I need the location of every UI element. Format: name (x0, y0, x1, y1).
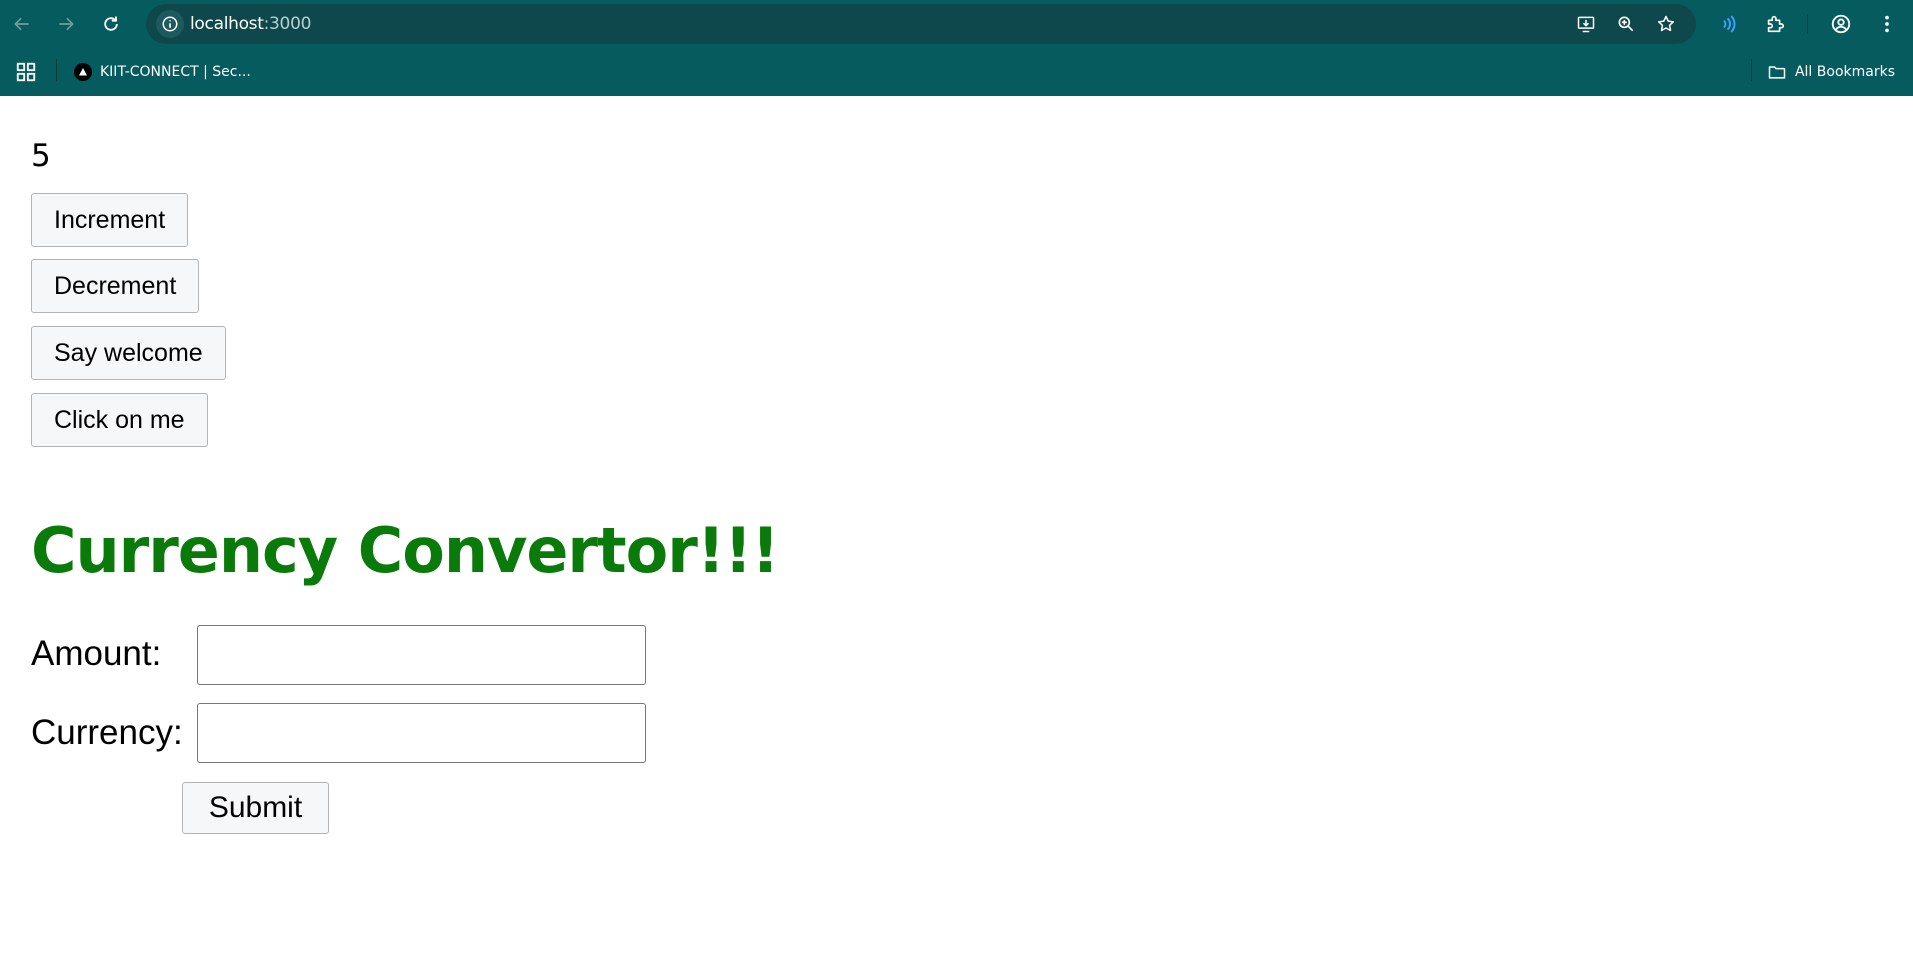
counter-value: 5 (31, 138, 51, 174)
click-on-me-button[interactable]: Click on me (31, 393, 208, 447)
decrement-button[interactable]: Decrement (31, 259, 200, 313)
bookmarks-divider (1751, 59, 1752, 81)
say-welcome-button[interactable]: Say welcome (31, 326, 226, 380)
extension-active-button[interactable] (1715, 10, 1743, 38)
reload-button[interactable] (95, 8, 127, 40)
profile-icon (1831, 14, 1851, 34)
back-button[interactable] (6, 8, 38, 40)
url-host: localhost (190, 14, 264, 34)
zoom-button[interactable] (1614, 12, 1638, 36)
address-bar[interactable]: localhost:3000 (146, 4, 1696, 44)
triangle-favicon-icon (74, 63, 92, 81)
back-icon (14, 17, 29, 31)
bookmark-label: KIIT-CONNECT | Sec... (100, 64, 251, 80)
install-app-icon (1577, 16, 1595, 33)
forward-button[interactable] (50, 8, 82, 40)
extensions-icon (1767, 15, 1785, 33)
bookmark-star-icon (1657, 15, 1675, 32)
amount-input[interactable] (197, 625, 646, 685)
menu-icon (1885, 15, 1889, 33)
site-info-icon (162, 16, 178, 32)
amount-label: Amount: (31, 634, 162, 673)
browser-toolbar: localhost:3000 (0, 0, 1913, 48)
url-port: :3000 (263, 14, 312, 34)
apps-button[interactable] (12, 58, 40, 86)
apps-grid-icon (16, 62, 36, 82)
bookmarks-bar: KIIT-CONNECT | Sec... All Bookmarks (0, 48, 1913, 96)
menu-button[interactable] (1873, 10, 1901, 38)
increment-button[interactable]: Increment (31, 193, 189, 247)
bookmarks-divider (56, 59, 57, 81)
forward-icon (59, 17, 74, 31)
bookmark-star-button[interactable] (1654, 12, 1678, 36)
all-bookmarks-button[interactable]: All Bookmarks (1767, 60, 1895, 84)
url-text[interactable]: localhost:3000 (190, 14, 311, 34)
currency-input[interactable] (197, 703, 646, 763)
bookmark-item[interactable]: KIIT-CONNECT | Sec... (74, 60, 251, 84)
zoom-icon (1618, 16, 1634, 32)
site-info-button[interactable] (156, 10, 184, 38)
converter-heading: Currency Convertor!!! (31, 514, 780, 587)
submit-button[interactable]: Submit (182, 782, 329, 834)
reload-icon (104, 16, 118, 31)
install-app-button[interactable] (1574, 12, 1598, 36)
browser-chrome: localhost:3000 KIIT-CONNECT | Sec... All… (0, 0, 1913, 96)
currency-label: Currency: (31, 713, 183, 752)
toolbar-divider (1807, 14, 1808, 34)
folder-icon (1768, 66, 1786, 79)
extensions-button[interactable] (1761, 10, 1789, 38)
page-content: 5 Increment Decrement Say welcome Click … (0, 96, 1913, 960)
extension-active-icon (1723, 15, 1736, 33)
profile-button[interactable] (1827, 10, 1855, 38)
all-bookmarks-label: All Bookmarks (1794, 64, 1895, 80)
